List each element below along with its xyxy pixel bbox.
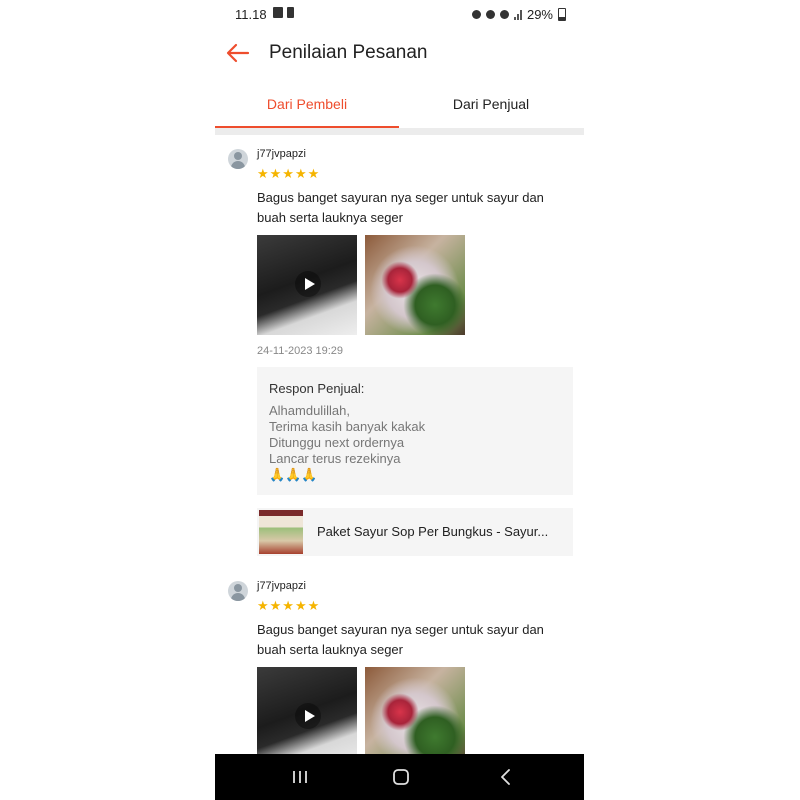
seller-response-text: Alhamdulillah, Terima kasih banyak kakak… xyxy=(269,403,425,483)
notification-icon xyxy=(471,10,481,19)
seller-response-title: Respon Penjual: xyxy=(269,381,365,396)
battery-percent: 29% xyxy=(526,7,553,22)
pray-emoji-line: 🙏🙏🙏 xyxy=(269,467,318,482)
review-photo-thumbnail[interactable] xyxy=(365,235,465,335)
play-icon xyxy=(295,271,321,297)
phone-screen: 11.18 29% Penilaian Pesanan Dari Pembeli… xyxy=(215,0,584,800)
review-username: j77jvpapzi xyxy=(257,580,306,592)
review-video-thumbnail[interactable] xyxy=(257,235,357,335)
review-photo-thumbnail[interactable] xyxy=(365,667,465,767)
avatar[interactable] xyxy=(228,149,248,169)
recent-apps-button[interactable] xyxy=(287,765,313,789)
signal-icon xyxy=(513,9,522,20)
system-back-button[interactable] xyxy=(493,765,519,789)
section-divider xyxy=(215,128,584,135)
gallery-icon xyxy=(273,7,283,18)
tabs: Dari Pembeli Dari Penjual xyxy=(215,84,584,129)
seller-response: Respon Penjual: Alhamdulillah, Terima ka… xyxy=(257,367,573,495)
wifi-call-icon xyxy=(499,10,509,19)
sim-icon xyxy=(287,7,294,18)
seller-response-line: Alhamdulillah, xyxy=(269,403,350,418)
review-username: j77jvpapzi xyxy=(257,148,306,160)
page-title: Penilaian Pesanan xyxy=(269,42,428,63)
tab-dari-penjual[interactable]: Dari Penjual xyxy=(399,84,583,126)
chevron-left-icon xyxy=(501,769,510,785)
home-icon xyxy=(393,769,409,785)
seller-response-line: Lancar terus rezekinya xyxy=(269,451,401,466)
review-text: Bagus banget sayuran nya seger untuk say… xyxy=(257,622,544,657)
tab-dari-pembeli[interactable]: Dari Pembeli xyxy=(215,84,399,126)
status-left-icons xyxy=(273,7,294,18)
back-button[interactable] xyxy=(223,38,253,68)
status-bar: 11.18 29% xyxy=(215,0,584,28)
play-icon xyxy=(295,703,321,729)
home-button[interactable] xyxy=(388,765,414,789)
seller-response-line: Terima kasih banyak kakak xyxy=(269,419,426,434)
star-rating: ★★★★★ xyxy=(257,598,321,613)
seller-response-line: Ditunggu next ordernya xyxy=(269,435,405,450)
review-text: Bagus banget sayuran nya seger untuk say… xyxy=(257,190,544,225)
review-date: 24-11-2023 19:29 xyxy=(257,345,344,357)
recent-apps-icon xyxy=(293,771,307,783)
avatar[interactable] xyxy=(228,581,248,601)
status-right: 29% xyxy=(471,7,566,22)
back-arrow-icon xyxy=(226,43,250,63)
alarm-icon xyxy=(485,10,495,19)
header: Penilaian Pesanan xyxy=(215,28,584,80)
product-link[interactable]: Paket Sayur Sop Per Bungkus - Sayur... xyxy=(257,508,573,556)
product-name: Paket Sayur Sop Per Bungkus - Sayur... xyxy=(317,524,549,539)
android-nav-bar xyxy=(215,754,584,800)
status-time: 11.18 xyxy=(235,7,267,22)
star-rating: ★★★★★ xyxy=(257,166,321,181)
product-thumbnail xyxy=(259,510,303,554)
review-video-thumbnail[interactable] xyxy=(257,667,357,767)
battery-icon xyxy=(558,8,566,21)
